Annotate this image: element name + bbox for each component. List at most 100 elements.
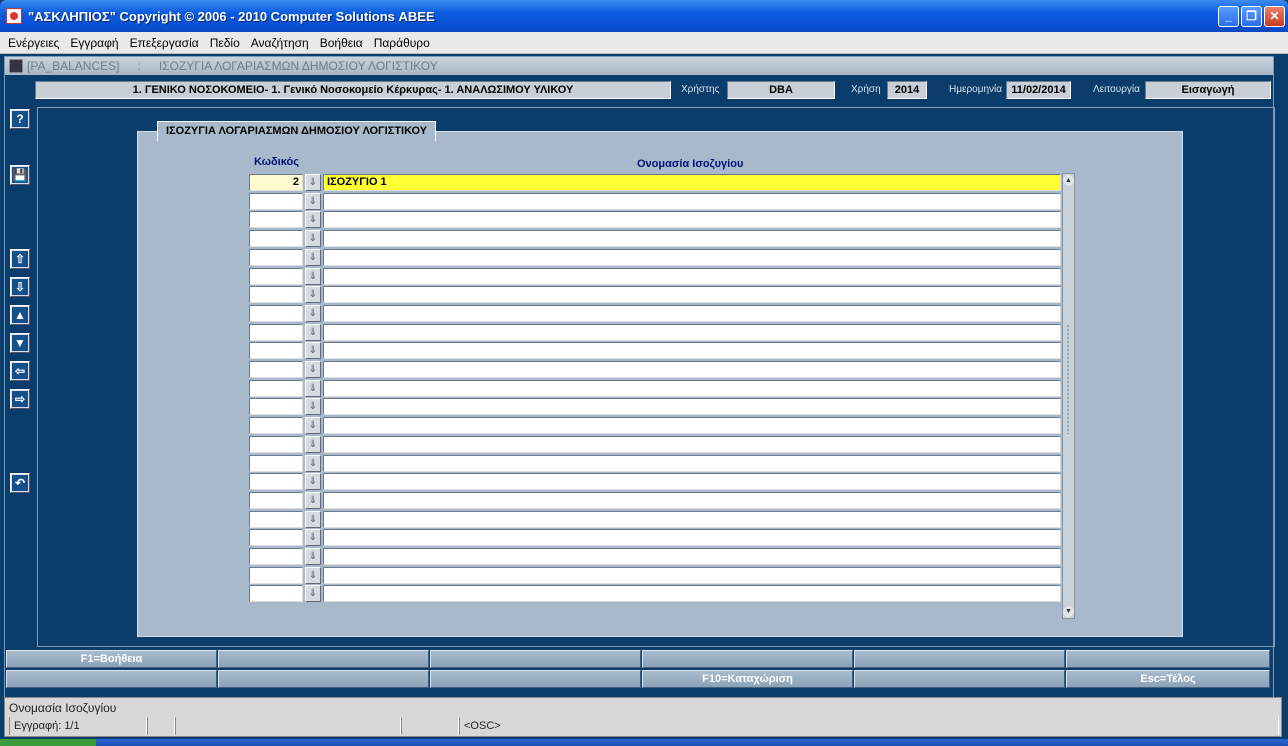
- lov-dropdown-icon[interactable]: ⇓: [305, 361, 321, 378]
- balance-name-input[interactable]: [323, 324, 1061, 341]
- scroll-up-icon[interactable]: ▲: [1063, 175, 1074, 186]
- fkey-blank[interactable]: [6, 670, 217, 688]
- next-record-button[interactable]: ▼: [10, 333, 30, 353]
- code-input[interactable]: [249, 436, 303, 453]
- first-record-button[interactable]: ⇧: [10, 249, 30, 269]
- menu-help[interactable]: Βοήθεια: [318, 36, 365, 50]
- balance-name-input[interactable]: [323, 473, 1061, 490]
- code-input[interactable]: [249, 193, 303, 210]
- menu-search[interactable]: Αναζήτηση: [249, 36, 311, 50]
- lov-dropdown-icon[interactable]: ⇓: [305, 286, 321, 303]
- fkey-commit[interactable]: F10=Καταχώριση: [642, 670, 853, 688]
- balance-name-input[interactable]: [323, 193, 1061, 210]
- scroll-down-icon[interactable]: ▼: [1063, 606, 1074, 617]
- fkey-blank[interactable]: [430, 650, 641, 668]
- code-input[interactable]: 2: [249, 174, 303, 191]
- balance-name-input[interactable]: [323, 249, 1061, 266]
- lov-dropdown-icon[interactable]: ⇓: [305, 324, 321, 341]
- code-input[interactable]: [249, 455, 303, 472]
- menu-record[interactable]: Εγγραφή: [68, 36, 120, 50]
- start-button[interactable]: [0, 739, 96, 746]
- lov-dropdown-icon[interactable]: ⇓: [305, 380, 321, 397]
- balance-name-input[interactable]: ΙΣΟΖΥΓΙΟ 1: [323, 174, 1061, 191]
- code-input[interactable]: [249, 305, 303, 322]
- fkey-blank[interactable]: [1066, 650, 1270, 668]
- lov-dropdown-icon[interactable]: ⇓: [305, 193, 321, 210]
- prev-block-button[interactable]: ⇦: [10, 361, 30, 381]
- lov-dropdown-icon[interactable]: ⇓: [305, 529, 321, 546]
- code-input[interactable]: [249, 398, 303, 415]
- code-input[interactable]: [249, 529, 303, 546]
- lov-dropdown-icon[interactable]: ⇓: [305, 211, 321, 228]
- last-record-button[interactable]: ⇩: [10, 277, 30, 297]
- lov-dropdown-icon[interactable]: ⇓: [305, 398, 321, 415]
- menu-window[interactable]: Παράθυρο: [372, 36, 432, 50]
- code-input[interactable]: [249, 361, 303, 378]
- lov-dropdown-icon[interactable]: ⇓: [305, 305, 321, 322]
- lov-dropdown-icon[interactable]: ⇓: [305, 436, 321, 453]
- close-button[interactable]: ✕: [1264, 5, 1285, 27]
- lov-dropdown-icon[interactable]: ⇓: [305, 417, 321, 434]
- lov-dropdown-icon[interactable]: ⇓: [305, 567, 321, 584]
- balance-name-input[interactable]: [323, 417, 1061, 434]
- lov-dropdown-icon[interactable]: ⇓: [305, 492, 321, 509]
- code-input[interactable]: [249, 380, 303, 397]
- balance-name-input[interactable]: [323, 492, 1061, 509]
- vertical-scrollbar[interactable]: ▲ ▼: [1062, 173, 1075, 619]
- balance-name-input[interactable]: [323, 361, 1061, 378]
- code-input[interactable]: [249, 473, 303, 490]
- code-input[interactable]: [249, 511, 303, 528]
- code-input[interactable]: [249, 342, 303, 359]
- fkey-blank[interactable]: [854, 650, 1065, 668]
- balance-name-input[interactable]: [323, 286, 1061, 303]
- code-input[interactable]: [249, 585, 303, 602]
- balance-name-input[interactable]: [323, 585, 1061, 602]
- code-input[interactable]: [249, 324, 303, 341]
- lov-dropdown-icon[interactable]: ⇓: [305, 342, 321, 359]
- balance-name-input[interactable]: [323, 211, 1061, 228]
- code-input[interactable]: [249, 286, 303, 303]
- fkey-blank[interactable]: [854, 670, 1065, 688]
- code-input[interactable]: [249, 492, 303, 509]
- lov-dropdown-icon[interactable]: ⇓: [305, 585, 321, 602]
- code-input[interactable]: [249, 567, 303, 584]
- lov-dropdown-icon[interactable]: ⇓: [305, 511, 321, 528]
- balance-name-input[interactable]: [323, 398, 1061, 415]
- scroll-grip[interactable]: [1066, 324, 1071, 434]
- code-input[interactable]: [249, 548, 303, 565]
- fkey-blank[interactable]: [430, 670, 641, 688]
- lov-dropdown-icon[interactable]: ⇓: [305, 548, 321, 565]
- balance-name-input[interactable]: [323, 567, 1061, 584]
- menu-edit[interactable]: Επεξεργασία: [128, 36, 201, 50]
- fkey-blank[interactable]: [642, 650, 853, 668]
- balance-name-input[interactable]: [323, 436, 1061, 453]
- balance-name-input[interactable]: [323, 529, 1061, 546]
- balance-name-input[interactable]: [323, 455, 1061, 472]
- fkey-blank[interactable]: [218, 650, 429, 668]
- save-button[interactable]: 💾: [10, 165, 30, 185]
- undo-button[interactable]: ↶: [10, 473, 30, 493]
- help-button[interactable]: ?: [10, 109, 30, 129]
- balance-name-input[interactable]: [323, 511, 1061, 528]
- balance-name-input[interactable]: [323, 305, 1061, 322]
- next-block-button[interactable]: ⇨: [10, 389, 30, 409]
- fkey-blank[interactable]: [218, 670, 429, 688]
- code-input[interactable]: [249, 249, 303, 266]
- lov-dropdown-icon[interactable]: ⇓: [305, 268, 321, 285]
- balance-name-input[interactable]: [323, 380, 1061, 397]
- code-input[interactable]: [249, 417, 303, 434]
- code-input[interactable]: [249, 268, 303, 285]
- fkey-exit[interactable]: Esc=Τέλος: [1066, 670, 1270, 688]
- menu-actions[interactable]: Ενέργειες: [6, 36, 61, 50]
- code-input[interactable]: [249, 211, 303, 228]
- balance-name-input[interactable]: [323, 268, 1061, 285]
- prev-record-button[interactable]: ▲: [10, 305, 30, 325]
- minimize-button[interactable]: _: [1218, 5, 1239, 27]
- balance-name-input[interactable]: [323, 548, 1061, 565]
- restore-button[interactable]: ❐: [1241, 5, 1262, 27]
- lov-dropdown-icon[interactable]: ⇓: [305, 230, 321, 247]
- balance-name-input[interactable]: [323, 342, 1061, 359]
- balance-name-input[interactable]: [323, 230, 1061, 247]
- lov-dropdown-icon[interactable]: ⇓: [305, 455, 321, 472]
- code-input[interactable]: [249, 230, 303, 247]
